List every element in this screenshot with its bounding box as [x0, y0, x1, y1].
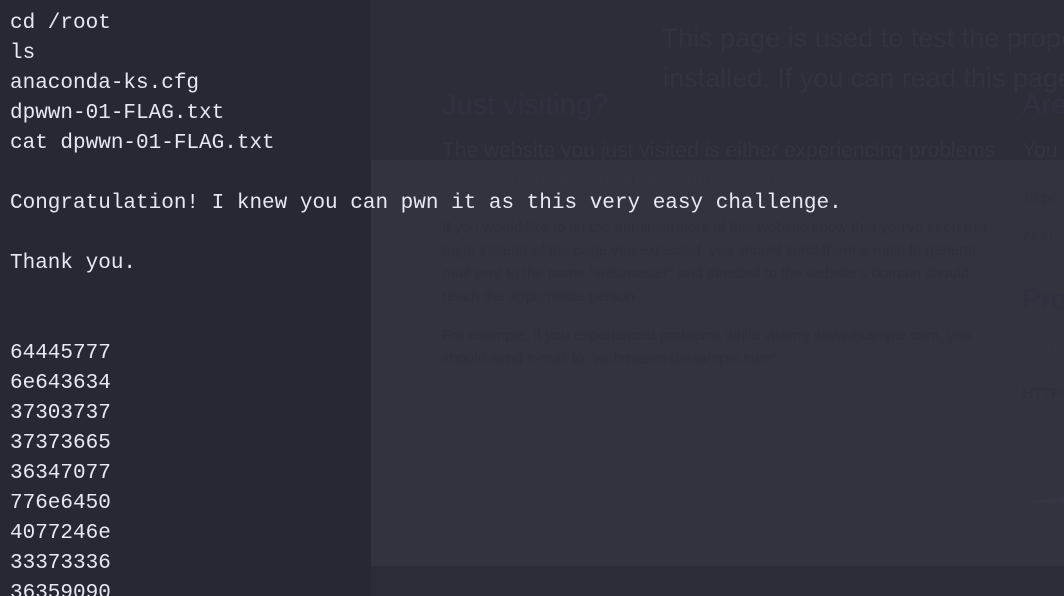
screen: This page is used to test the proper ope… — [0, 0, 1064, 596]
promoting-heading: Pro — [1022, 284, 1064, 316]
just-visiting-heading: Just visiting? — [442, 89, 609, 121]
centos-logo-ribbon-icon — [1028, 495, 1064, 506]
terminal-window[interactable] — [0, 0, 371, 596]
admin-config-path: /etc — [1022, 229, 1059, 246]
admin-paragraph: To pr — [1022, 190, 1056, 207]
promoting-paragraph: HTTP — [1022, 385, 1062, 402]
admin-lead: You s — [1022, 139, 1064, 162]
column-are-you-admin: Are You s To pr /etc Pro You a HTTP — [1022, 88, 1064, 421]
admin-heading: Are — [1022, 89, 1064, 121]
just-visiting-lead: The website you just visited is either e… — [442, 139, 996, 191]
just-visiting-paragraph-1: If you would like to let the administrat… — [442, 219, 988, 305]
page-header-line-1: This page is used to test the proper ope… — [661, 23, 1064, 53]
column-just-visiting: Just visiting? The website you just visi… — [442, 88, 998, 386]
promoting-lead: You a — [1022, 334, 1064, 357]
just-visiting-paragraph-2: For example, if you experienced problems… — [442, 327, 972, 367]
